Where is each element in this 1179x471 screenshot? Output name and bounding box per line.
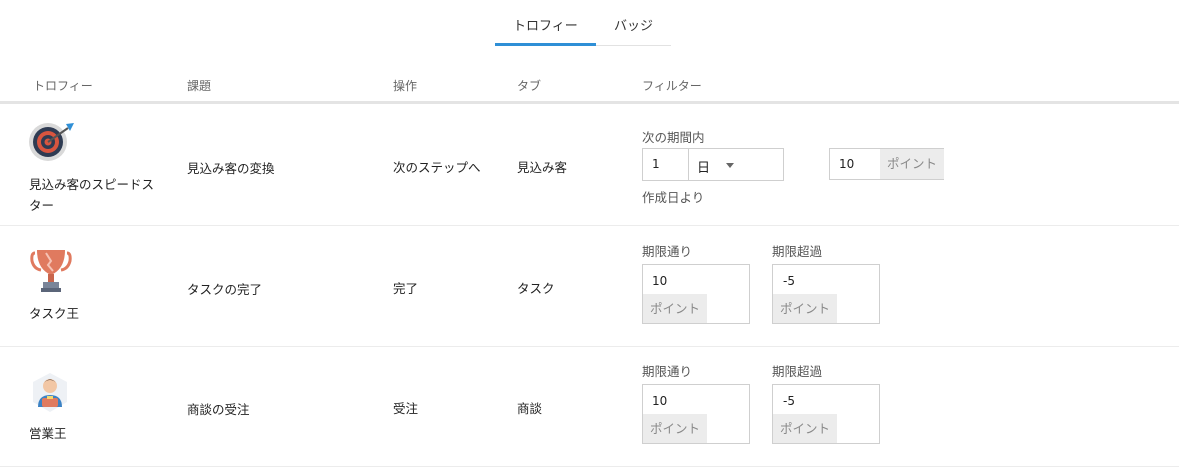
overdue-label: 期限超過 xyxy=(772,364,823,379)
ontime-label: 期限通り xyxy=(642,244,693,259)
points-input[interactable]: 10 ポイント xyxy=(829,148,944,180)
table-row: 見込み客のスピードスター 見込み客の変換 次のステップへ 見込み客 次の期間内 … xyxy=(0,106,1179,226)
tab-cell: タスク xyxy=(517,281,555,296)
period-unit-select[interactable]: 日 xyxy=(688,148,784,181)
points-label: ポイント xyxy=(773,414,837,443)
overdue-value: -5 xyxy=(783,394,795,408)
period-value-input[interactable]: 1 xyxy=(642,148,689,181)
overdue-label: 期限超過 xyxy=(772,244,823,259)
points-label: ポイント xyxy=(773,294,837,323)
salesperson-trophy-icon xyxy=(28,371,72,415)
tab-badge[interactable]: バッジ xyxy=(614,15,653,34)
column-header-action: 操作 xyxy=(393,79,418,93)
target-trophy-icon xyxy=(28,120,74,164)
column-header-trophy: トロフィー xyxy=(33,79,93,93)
overdue-points-input[interactable]: -5 ポイント xyxy=(772,264,880,324)
ontime-value: 10 xyxy=(652,274,668,288)
overdue-points-input[interactable]: -5 ポイント xyxy=(772,384,880,444)
tab-trophy[interactable]: トロフィー xyxy=(513,15,578,34)
tab-cell: 商談 xyxy=(517,401,543,416)
task-cell: タスクの完了 xyxy=(187,282,263,297)
task-cell: 商談の受注 xyxy=(187,402,250,417)
trophy-name: 見込み客のスピードスター xyxy=(29,177,155,213)
filter-suffix-label: 作成日より xyxy=(642,190,705,205)
ontime-points-input[interactable]: 10 ポイント xyxy=(642,384,750,444)
column-header-tab: タブ xyxy=(517,79,542,93)
cup-trophy-icon xyxy=(29,247,73,292)
ontime-points-input[interactable]: 10 ポイント xyxy=(642,264,750,324)
tab-cell: 見込み客 xyxy=(517,160,568,175)
points-label: ポイント xyxy=(880,149,944,179)
column-header-task: 課題 xyxy=(187,79,212,93)
period-value: 1 xyxy=(652,157,660,171)
chevron-down-icon xyxy=(726,163,734,168)
ontime-label: 期限通り xyxy=(642,364,693,379)
trophy-name: タスク王 xyxy=(29,306,80,321)
task-cell: 見込み客の変換 xyxy=(187,161,275,176)
points-value: 10 xyxy=(839,157,855,171)
active-tab-indicator xyxy=(495,43,596,46)
period-unit: 日 xyxy=(697,161,711,176)
action-cell: 次のステップへ xyxy=(393,160,481,175)
table-row: タスク王 タスクの完了 完了 タスク 期限通り 10 ポイント 期限超過 -5 … xyxy=(0,227,1179,347)
filter-period-label: 次の期間内 xyxy=(642,130,705,145)
points-label: ポイント xyxy=(643,414,707,443)
action-cell: 受注 xyxy=(393,401,419,416)
trophy-name: 営業王 xyxy=(29,426,67,441)
action-cell: 完了 xyxy=(393,281,419,296)
tab-bar: トロフィー バッジ xyxy=(495,0,671,46)
column-header-filter: フィルター xyxy=(642,79,702,93)
ontime-value: 10 xyxy=(652,394,668,408)
overdue-value: -5 xyxy=(783,274,795,288)
points-label: ポイント xyxy=(643,294,707,323)
table-header: トロフィー 課題 操作 タブ フィルター xyxy=(0,74,1179,104)
table-row: 営業王 商談の受注 受注 商談 期限通り 10 ポイント 期限超過 -5 ポイン… xyxy=(0,347,1179,467)
